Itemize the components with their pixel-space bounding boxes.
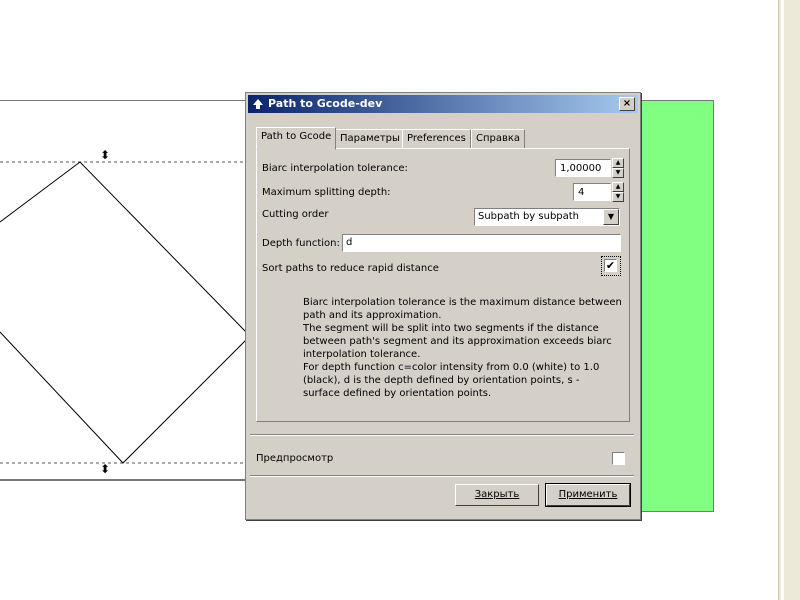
max-splitting-depth-input[interactable]: 4 [573,183,611,201]
help-description: Biarc interpolation tolerance is the max… [303,296,622,400]
sort-paths-checkbox[interactable]: ✔ [604,259,617,272]
help-line: For depth function c=color intensity fro… [303,362,600,373]
page-border-bottom [0,479,246,481]
preview-checkbox[interactable] [612,452,625,465]
biarc-tolerance-input[interactable]: 1,00000 [555,159,611,177]
close-button-label: Закрыть [474,489,520,500]
tab-preferences[interactable]: Preferences [402,129,471,149]
depth-function-input[interactable]: d [342,234,621,252]
tab-path-to-gcode[interactable]: Path to Gcode [256,127,337,150]
tab-parametry[interactable]: Параметры [335,129,405,149]
depth-function-label: Depth function: [262,238,340,249]
sort-paths-focus-ring: ✔ [601,256,621,276]
inkscape-app-icon [253,99,263,109]
scale-handle-top-icon[interactable]: ⬍ [99,148,111,162]
dialog-titlebar[interactable]: Path to Gcode-dev × [248,95,638,113]
spin-down-icon[interactable]: ▼ [612,192,624,202]
tab-panel-path-to-gcode: Biarc interpolation tolerance: 1,00000 ▲… [256,148,630,422]
biarc-tolerance-stepper[interactable]: ▲ ▼ [612,158,624,178]
cutting-order-label: Cutting order [262,209,329,220]
scale-handle-bottom-icon[interactable]: ⬍ [99,462,111,476]
sort-paths-label: Sort paths to reduce rapid distance [262,263,439,274]
apply-button-label: Применить [558,489,618,500]
help-line: The segment will be split into two segme… [303,323,599,334]
spin-down-icon[interactable]: ▼ [612,168,624,178]
help-line: (black), d is the depth defined by orien… [303,375,580,386]
apply-button[interactable]: Применить [545,483,631,507]
chevron-down-icon[interactable]: ▼ [603,209,619,225]
max-splitting-depth-label: Maximum splitting depth: [262,187,391,198]
preview-label: Предпросмотр [256,453,334,464]
help-line: interpolation tolerance. [303,349,421,360]
cutting-order-select[interactable]: Subpath by subpath ▼ [474,208,620,226]
diamond-top-edges [0,161,247,333]
separator [250,475,634,477]
max-splitting-depth-stepper[interactable]: ▲ ▼ [612,182,624,202]
spin-up-icon[interactable]: ▲ [612,158,624,168]
help-line: Biarc interpolation tolerance is the max… [303,297,622,308]
close-icon[interactable]: × [619,97,635,111]
help-line: surface defined by orientation points. [303,388,492,399]
close-button[interactable]: Закрыть [455,484,539,506]
biarc-tolerance-label: Biarc interpolation tolerance: [262,163,408,174]
separator [250,434,634,436]
path-to-gcode-dialog: Path to Gcode-dev × Path to Gcode Параме… [245,92,641,520]
spin-up-icon[interactable]: ▲ [612,182,624,192]
diamond-bottom-edges [0,331,247,464]
page-border-top [0,100,246,101]
tab-spravka[interactable]: Справка [471,129,526,149]
vertical-scrollbar[interactable] [778,0,800,600]
help-line: between path's segment and its approxima… [303,336,612,347]
dialog-title: Path to Gcode-dev [268,97,383,110]
help-line: path and its approximation. [303,310,442,321]
cutting-order-value: Subpath by subpath [478,211,580,222]
